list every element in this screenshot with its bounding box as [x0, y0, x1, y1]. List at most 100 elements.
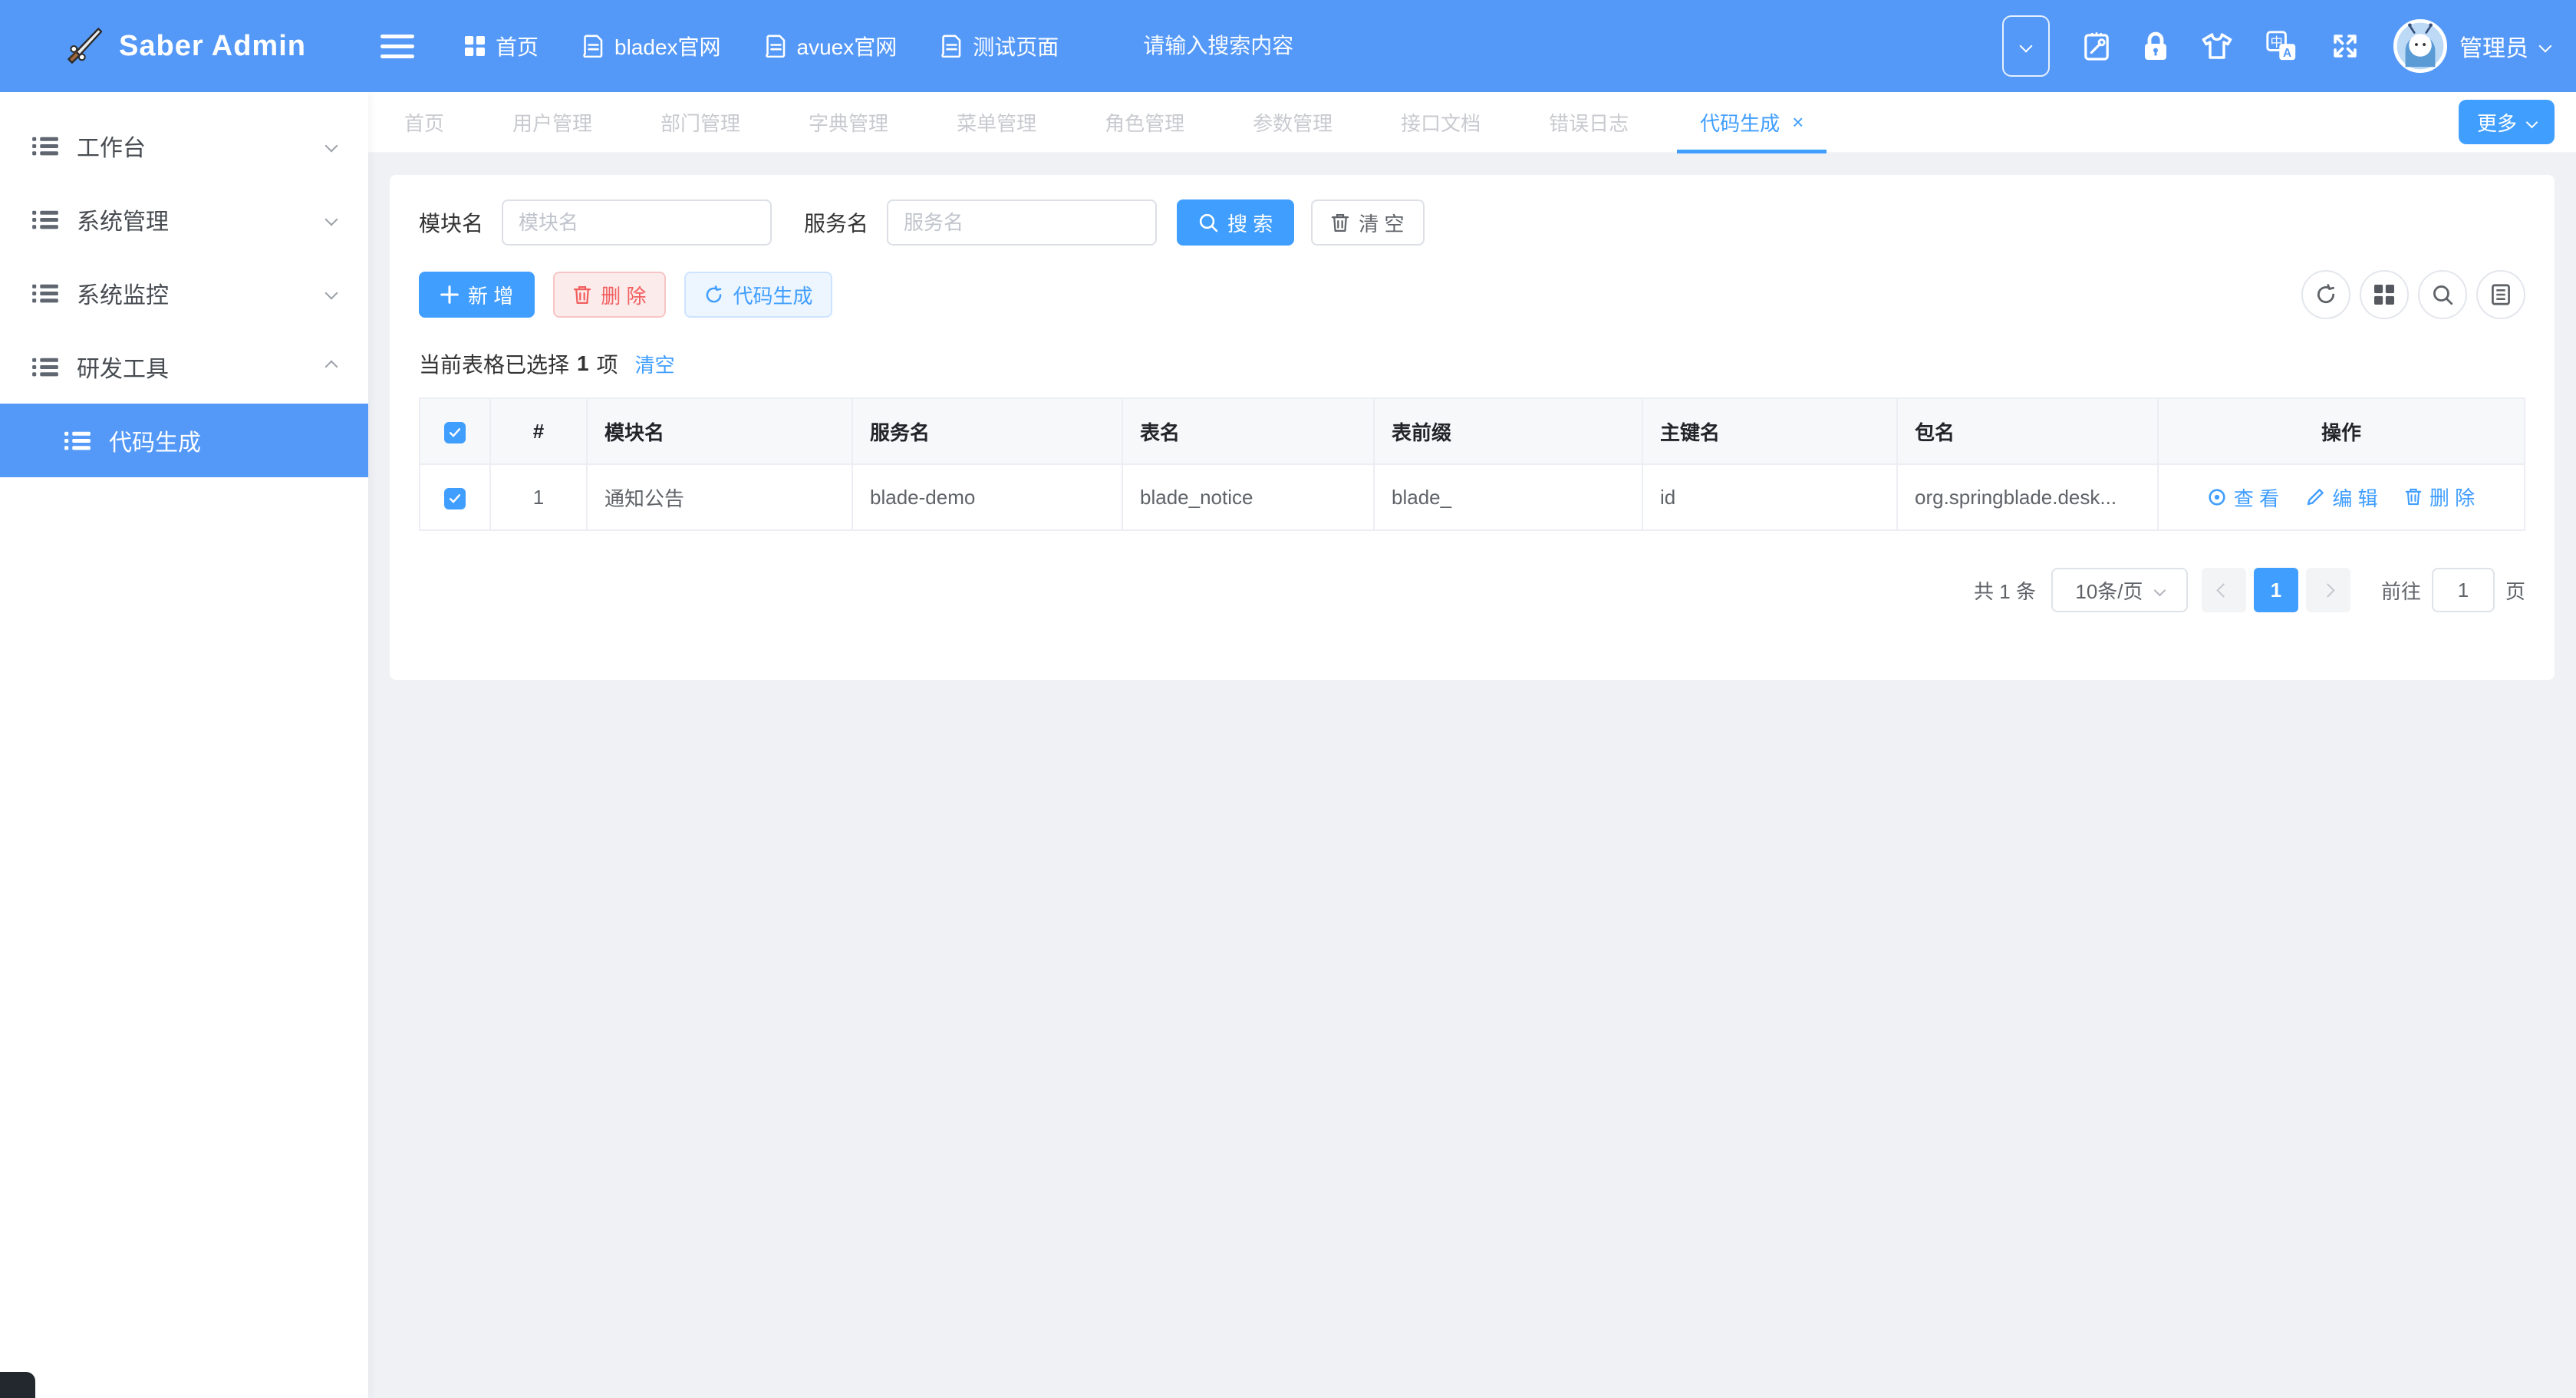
page-size-select[interactable]: 10条/页 — [2051, 568, 2188, 612]
selection-suffix: 项 — [597, 348, 618, 379]
sidebar-item-dev-tools[interactable]: 研发工具 — [0, 330, 368, 404]
refresh-toolbar-button[interactable] — [2301, 270, 2350, 319]
doc-icon — [583, 35, 604, 58]
check-icon — [449, 427, 461, 438]
sidebar-item-workbench[interactable]: 工作台 — [0, 109, 368, 183]
debug-tool-icon[interactable] — [2084, 31, 2110, 61]
theme-shirt-icon[interactable] — [2202, 32, 2232, 60]
fullscreen-icon[interactable] — [2331, 31, 2360, 61]
row-view-label: 查 看 — [2234, 483, 2279, 512]
view-eye-icon — [2208, 488, 2226, 506]
sidebar: 工作台 系统管理 系统监控 研发工具 代码生成 — [0, 92, 368, 1398]
column-header-module: 模块名 — [587, 398, 852, 464]
table-header-row: # 模块名 服务名 表名 表前缀 主键名 包名 操作 — [420, 398, 2525, 464]
next-page-button[interactable] — [2306, 568, 2350, 612]
service-name-input[interactable] — [887, 199, 1157, 246]
tab-label: 代码生成 — [1700, 108, 1780, 137]
search-icon — [1198, 213, 1218, 232]
check-icon — [449, 493, 461, 504]
row-delete-link[interactable]: 删 除 — [2405, 483, 2475, 511]
row-view-link[interactable]: 查 看 — [2208, 483, 2279, 512]
lock-icon[interactable] — [2143, 31, 2168, 61]
top-menu-test-page[interactable]: 测试页面 — [941, 31, 1059, 61]
top-menu-avuex-site[interactable]: avuex官网 — [766, 31, 898, 61]
doc-icon — [766, 35, 786, 58]
trash-icon — [1331, 213, 1349, 233]
document-icon — [2491, 283, 2511, 306]
search-button[interactable]: 搜 索 — [1177, 199, 1294, 246]
column-settings-button[interactable] — [2360, 270, 2409, 319]
tab-menu-management[interactable]: 菜单管理 — [937, 92, 1056, 152]
cell-package: org.springblade.desk... — [1897, 464, 2158, 530]
tab-error-log[interactable]: 错误日志 — [1529, 92, 1649, 152]
add-button[interactable]: 新 增 — [419, 272, 535, 318]
goto-label: 前往 — [2381, 576, 2421, 605]
sword-icon — [62, 25, 104, 67]
select-all-checkbox[interactable] — [444, 422, 466, 443]
tab-home[interactable]: 首页 — [384, 92, 464, 152]
tab-close-icon[interactable]: × — [1792, 112, 1804, 132]
user-menu[interactable]: 管理员 — [2393, 19, 2550, 73]
page-size-value: 10条/页 — [2075, 576, 2143, 605]
clear-button[interactable]: 清 空 — [1311, 199, 1424, 246]
menu-list-icon — [32, 209, 58, 230]
sidebar-item-code-generation[interactable]: 代码生成 — [0, 404, 368, 477]
cell-service: blade-demo — [852, 464, 1122, 530]
topbar-collapse-button[interactable] — [2002, 15, 2050, 77]
goto-suffix: 页 — [2505, 576, 2525, 605]
translate-icon[interactable] — [2266, 31, 2297, 61]
module-name-input[interactable] — [502, 199, 772, 246]
chevron-right-icon — [2321, 583, 2335, 597]
tab-dept-management[interactable]: 部门管理 — [641, 92, 760, 152]
tab-dict-management[interactable]: 字典管理 — [789, 92, 908, 152]
refresh-icon — [704, 285, 723, 305]
delete-button[interactable]: 删 除 — [553, 272, 666, 318]
browser-corner-overlay — [0, 1372, 35, 1398]
chevron-down-icon — [325, 140, 338, 153]
sidebar-item-system-monitor[interactable]: 系统监控 — [0, 256, 368, 330]
filter-row: 模块名 服务名 搜 索 清 空 — [419, 199, 2525, 246]
top-menu-bladex-site[interactable]: bladex官网 — [583, 31, 721, 61]
tab-bar: 首页 用户管理 部门管理 字典管理 菜单管理 角色管理 参数管理 接口文档 错误… — [368, 92, 2576, 153]
hamburger-icon[interactable] — [380, 35, 414, 58]
tab-role-management[interactable]: 角色管理 — [1085, 92, 1204, 152]
goto-page-input[interactable] — [2432, 568, 2495, 612]
tab-user-management[interactable]: 用户管理 — [492, 92, 612, 152]
global-search-input[interactable] — [1141, 33, 1398, 59]
search-icon — [2432, 284, 2453, 305]
top-menu-home[interactable]: 首页 — [465, 31, 539, 61]
column-header-package: 包名 — [1897, 398, 2158, 464]
service-name-label: 服务名 — [804, 207, 868, 238]
top-menu: 首页 bladex官网 avuex官网 测试页面 — [465, 31, 1059, 61]
row-checkbox[interactable] — [444, 488, 466, 509]
row-edit-link[interactable]: 编 辑 — [2306, 483, 2377, 512]
menu-list-icon — [32, 283, 58, 304]
tab-code-generation[interactable]: 代码生成 × — [1677, 92, 1827, 152]
sidebar-item-label: 系统监控 — [77, 276, 327, 310]
add-button-label: 新 增 — [468, 281, 513, 309]
top-menu-label: 测试页面 — [973, 31, 1059, 61]
tab-param-management[interactable]: 参数管理 — [1233, 92, 1352, 152]
table-settings-button[interactable] — [2476, 270, 2525, 319]
trash-icon — [2405, 487, 2422, 506]
sidebar-item-system-management[interactable]: 系统管理 — [0, 183, 368, 256]
tab-api-docs[interactable]: 接口文档 — [1381, 92, 1500, 152]
chevron-down-icon — [2526, 116, 2538, 128]
edit-pen-icon — [2306, 488, 2324, 506]
cell-pk: id — [1642, 464, 1897, 530]
app-logo[interactable]: Saber Admin — [0, 25, 368, 67]
column-header-table: 表名 — [1122, 398, 1374, 464]
clear-button-label: 清 空 — [1359, 209, 1404, 237]
search-toggle-button[interactable] — [2418, 270, 2467, 319]
tabs-more-button[interactable]: 更多 — [2459, 100, 2555, 144]
selection-clear-link[interactable]: 清空 — [635, 350, 675, 378]
column-header-actions: 操作 — [2158, 398, 2525, 464]
module-name-label: 模块名 — [419, 207, 483, 238]
delete-button-label: 删 除 — [601, 281, 646, 309]
top-menu-label: bladex官网 — [614, 31, 721, 61]
data-table: # 模块名 服务名 表名 表前缀 主键名 包名 操作 — [419, 397, 2525, 531]
page-number-current[interactable]: 1 — [2254, 568, 2298, 612]
prev-page-button[interactable] — [2202, 568, 2246, 612]
chevron-down-icon — [2539, 40, 2552, 53]
code-generate-button[interactable]: 代码生成 — [684, 272, 832, 318]
